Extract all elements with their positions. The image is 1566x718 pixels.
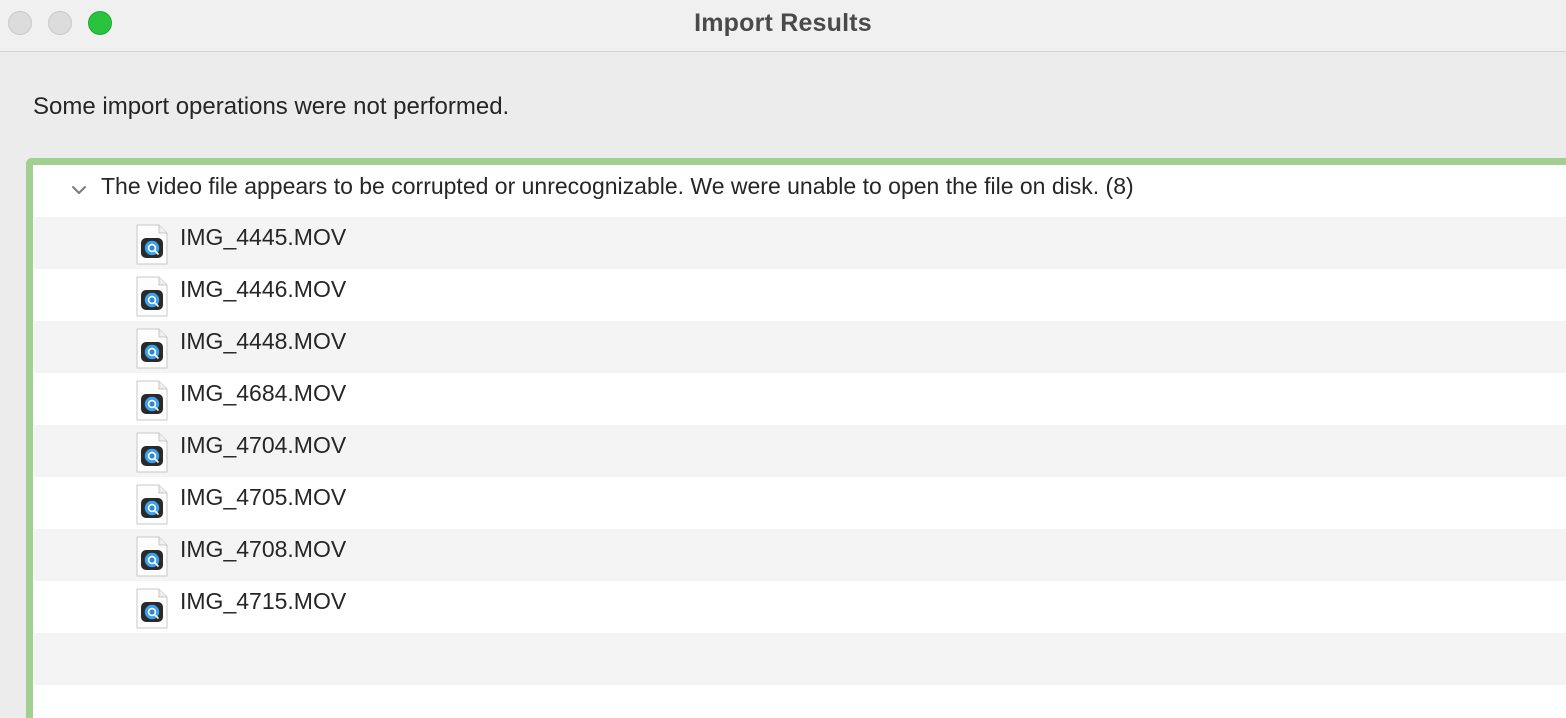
status-message: Some import operations were not performe… (33, 93, 510, 120)
quicktime-file-icon (136, 484, 168, 525)
file-name: IMG_4704.MOV (180, 432, 347, 458)
error-group-label: The video file appears to be corrupted o… (101, 173, 1134, 199)
file-row[interactable]: IMG_4448.MOV (34, 321, 1566, 373)
file-row[interactable]: IMG_4446.MOV (34, 269, 1566, 321)
quicktime-file-icon (136, 276, 168, 317)
file-name: IMG_4715.MOV (180, 588, 347, 614)
file-name: IMG_4705.MOV (180, 484, 347, 510)
quicktime-file-icon (136, 380, 168, 421)
file-name: IMG_4448.MOV (180, 328, 347, 354)
results-outline-list[interactable]: The video file appears to be corrupted o… (34, 165, 1566, 710)
file-row[interactable]: IMG_4708.MOV (34, 529, 1566, 581)
empty-row (34, 685, 1566, 710)
title-bar[interactable]: Import Results (0, 0, 1566, 52)
quicktime-file-icon (136, 588, 168, 629)
file-name: IMG_4684.MOV (180, 380, 347, 406)
file-name: IMG_4446.MOV (180, 276, 347, 302)
empty-row (34, 633, 1566, 685)
quicktime-file-icon (136, 536, 168, 577)
file-row[interactable]: IMG_4704.MOV (34, 425, 1566, 477)
chevron-down-icon[interactable] (70, 181, 88, 199)
window-title: Import Results (694, 9, 872, 37)
error-group-row[interactable]: The video file appears to be corrupted o… (34, 165, 1566, 217)
file-row[interactable]: IMG_4705.MOV (34, 477, 1566, 529)
quicktime-file-icon (136, 328, 168, 369)
file-name: IMG_4445.MOV (180, 224, 347, 250)
file-name: IMG_4708.MOV (180, 536, 347, 562)
file-row[interactable]: IMG_4715.MOV (34, 581, 1566, 633)
import-results-window: Import Results Some import operations we… (0, 0, 1566, 718)
file-row[interactable]: IMG_4684.MOV (34, 373, 1566, 425)
file-row[interactable]: IMG_4445.MOV (34, 217, 1566, 269)
quicktime-file-icon (136, 224, 168, 265)
quicktime-file-icon (136, 432, 168, 473)
